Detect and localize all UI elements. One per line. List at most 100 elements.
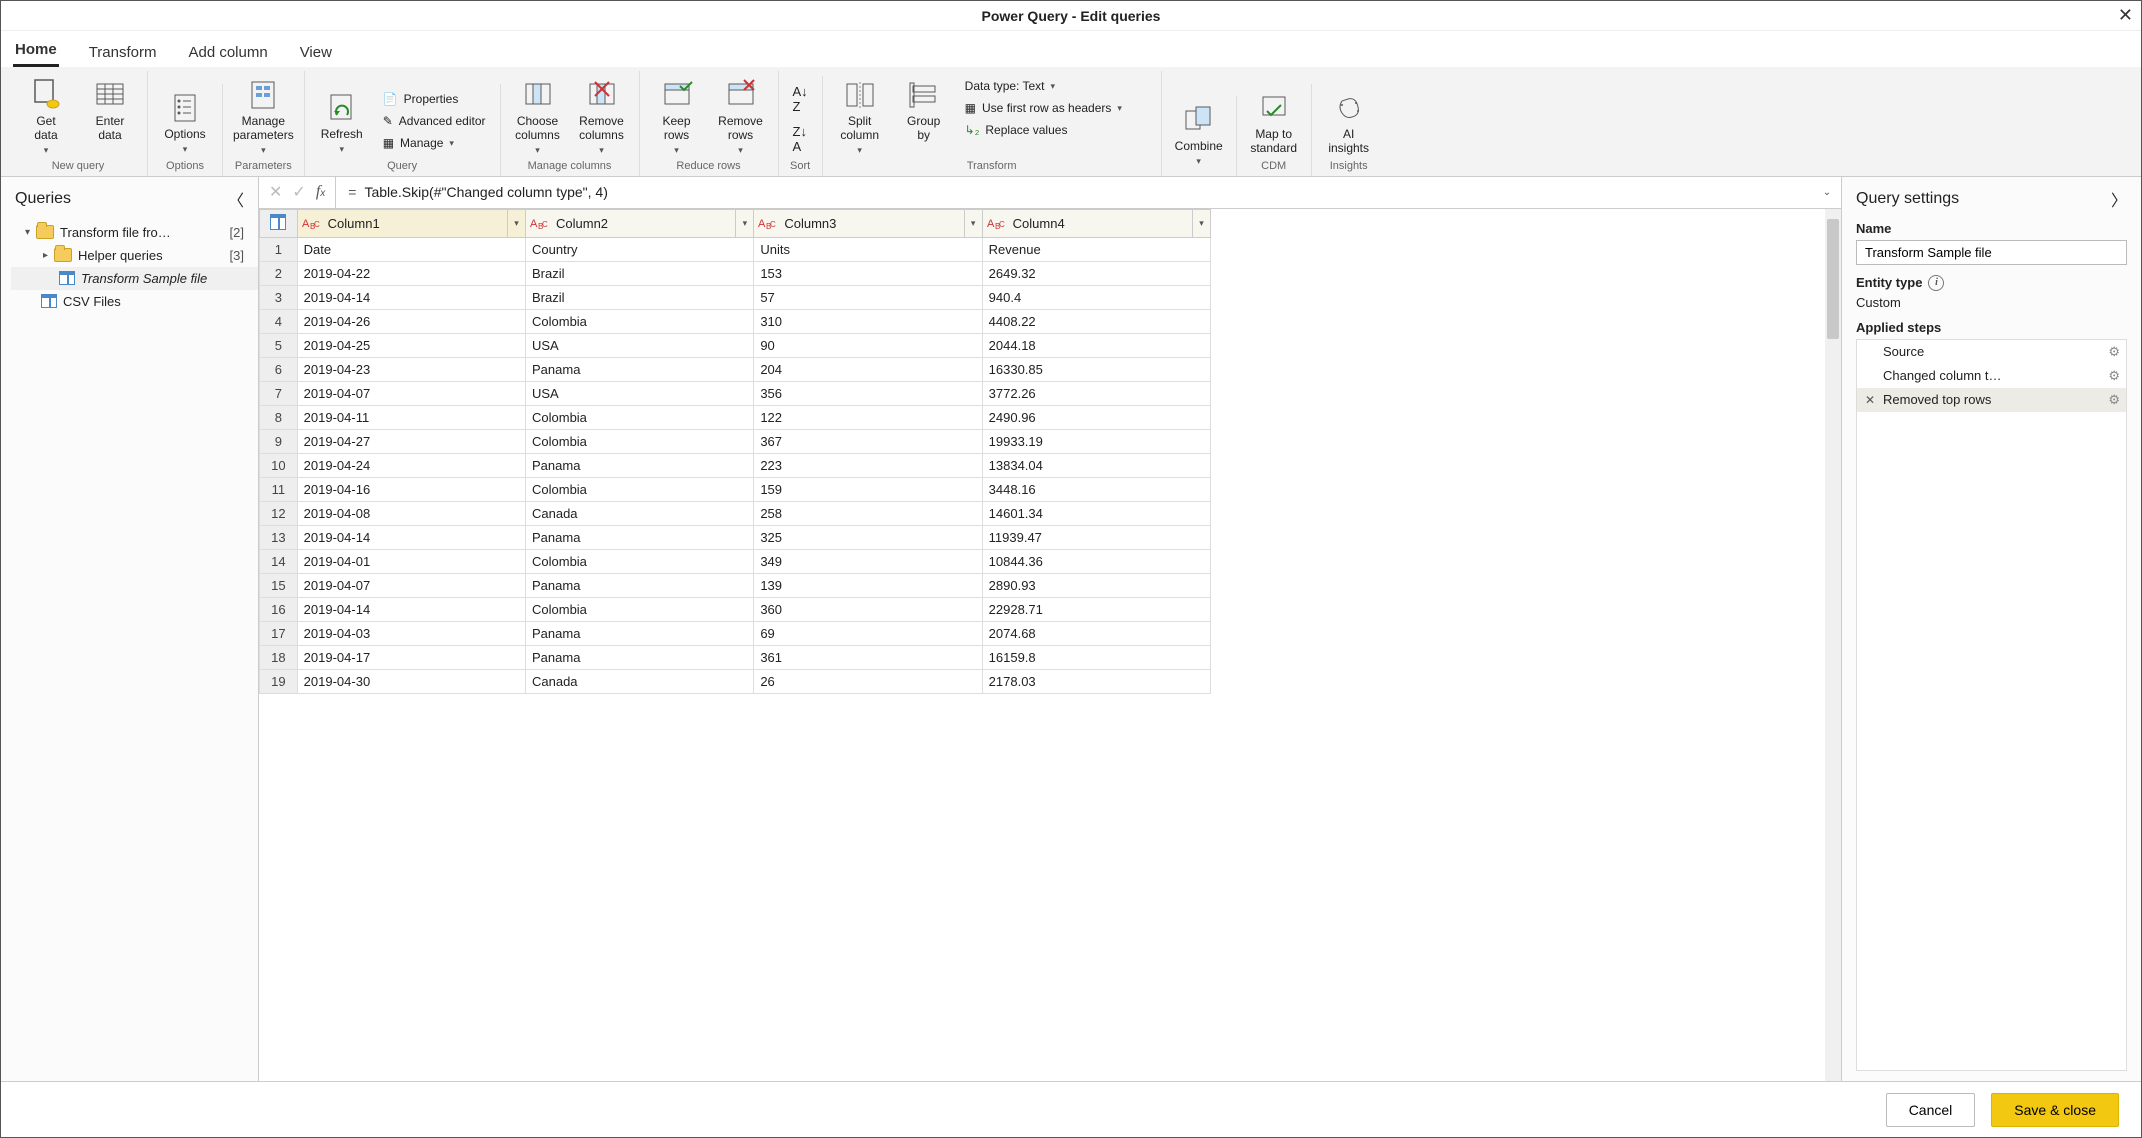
expand-icon[interactable]: ▸ xyxy=(43,250,48,261)
row-number[interactable]: 8 xyxy=(260,405,298,429)
vertical-scrollbar[interactable] xyxy=(1825,209,1841,1081)
filter-dropdown-icon[interactable]: ▾ xyxy=(507,210,525,237)
info-icon[interactable]: i xyxy=(1928,275,1944,291)
group-by-button[interactable]: Group by xyxy=(897,77,951,143)
cell[interactable]: 2019-04-17 xyxy=(297,645,525,669)
advanced-editor-button[interactable]: ✎Advanced editor xyxy=(379,112,490,130)
cell[interactable]: Colombia xyxy=(526,549,754,573)
filter-dropdown-icon[interactable]: ▾ xyxy=(964,210,982,237)
properties-button[interactable]: 📄Properties xyxy=(379,90,490,108)
collapse-settings-icon[interactable]: 〉 xyxy=(2111,187,2127,211)
data-grid[interactable]: ABCColumn1▾ABCColumn2▾ABCColumn3▾ABCColu… xyxy=(259,209,1841,1081)
scrollbar-thumb[interactable] xyxy=(1827,219,1839,339)
table-row[interactable]: 142019-04-01Colombia34910844.36 xyxy=(260,549,1211,573)
cell[interactable]: 2890.93 xyxy=(982,573,1210,597)
cell[interactable]: 16330.85 xyxy=(982,357,1210,381)
cell[interactable]: Colombia xyxy=(526,597,754,621)
cell[interactable]: Date xyxy=(297,237,525,261)
cell[interactable]: 4408.22 xyxy=(982,309,1210,333)
cell[interactable]: 940.4 xyxy=(982,285,1210,309)
cell[interactable]: 2649.32 xyxy=(982,261,1210,285)
cell[interactable]: 2019-04-01 xyxy=(297,549,525,573)
cell[interactable]: Panama xyxy=(526,357,754,381)
remove-columns-button[interactable]: Remove columns▾ xyxy=(575,77,629,156)
cell[interactable]: 2178.03 xyxy=(982,669,1210,693)
table-row[interactable]: 52019-04-25USA902044.18 xyxy=(260,333,1211,357)
cell[interactable]: Panama xyxy=(526,573,754,597)
replace-values-button[interactable]: ↳₂ Replace values xyxy=(961,121,1151,139)
table-row[interactable]: 72019-04-07USA3563772.26 xyxy=(260,381,1211,405)
column-header[interactable]: ABCColumn3▾ xyxy=(754,209,982,237)
cell[interactable]: 204 xyxy=(754,357,982,381)
cell[interactable]: Panama xyxy=(526,525,754,549)
cell[interactable]: 14601.34 xyxy=(982,501,1210,525)
cell[interactable]: Colombia xyxy=(526,429,754,453)
table-row[interactable]: 132019-04-14Panama32511939.47 xyxy=(260,525,1211,549)
cell[interactable]: Panama xyxy=(526,453,754,477)
map-to-standard-button[interactable]: Map to standard xyxy=(1247,90,1301,156)
row-number[interactable]: 15 xyxy=(260,573,298,597)
cell[interactable]: Panama xyxy=(526,621,754,645)
cell[interactable]: 26 xyxy=(754,669,982,693)
table-row[interactable]: 1DateCountryUnitsRevenue xyxy=(260,237,1211,261)
gear-icon[interactable]: ⚙ xyxy=(2108,392,2120,408)
cell[interactable]: 2019-04-16 xyxy=(297,477,525,501)
cell[interactable]: 90 xyxy=(754,333,982,357)
row-number[interactable]: 11 xyxy=(260,477,298,501)
cell[interactable]: 139 xyxy=(754,573,982,597)
cell[interactable]: 2019-04-25 xyxy=(297,333,525,357)
fx-icon[interactable]: fx xyxy=(316,183,325,201)
table-row[interactable]: 162019-04-14Colombia36022928.71 xyxy=(260,597,1211,621)
row-number[interactable]: 2 xyxy=(260,261,298,285)
delete-step-icon[interactable]: ✕ xyxy=(1863,393,1877,407)
tab-home[interactable]: Home xyxy=(13,35,59,67)
refresh-button[interactable]: Refresh▾ xyxy=(315,90,369,156)
manage-parameters-button[interactable]: Manage parameters▾ xyxy=(233,77,294,156)
formula-input[interactable]: = Table.Skip(#"Changed column type", 4) xyxy=(335,177,1813,208)
row-number[interactable]: 17 xyxy=(260,621,298,645)
cell[interactable]: Brazil xyxy=(526,285,754,309)
cell[interactable]: 361 xyxy=(754,645,982,669)
query-item[interactable]: CSV Files xyxy=(11,290,258,313)
query-item[interactable]: ▸Helper queries[3] xyxy=(11,244,258,267)
options-button[interactable]: Options▾ xyxy=(158,90,212,156)
cell[interactable]: 2019-04-03 xyxy=(297,621,525,645)
cell[interactable]: Colombia xyxy=(526,405,754,429)
row-number[interactable]: 7 xyxy=(260,381,298,405)
row-number[interactable]: 3 xyxy=(260,285,298,309)
table-row[interactable]: 102019-04-24Panama22313834.04 xyxy=(260,453,1211,477)
cell[interactable]: 258 xyxy=(754,501,982,525)
cell[interactable]: 19933.19 xyxy=(982,429,1210,453)
row-number[interactable]: 5 xyxy=(260,333,298,357)
expand-formula-icon[interactable]: ⌄ xyxy=(1813,187,1841,198)
cell[interactable]: 2019-04-11 xyxy=(297,405,525,429)
applied-step[interactable]: ✕Removed top rows⚙ xyxy=(1857,388,2126,412)
cell[interactable]: 367 xyxy=(754,429,982,453)
cell[interactable]: 2019-04-27 xyxy=(297,429,525,453)
ai-insights-button[interactable]: AI insights xyxy=(1322,90,1376,156)
filter-dropdown-icon[interactable]: ▾ xyxy=(1192,210,1210,237)
table-row[interactable]: 62019-04-23Panama20416330.85 xyxy=(260,357,1211,381)
row-number[interactable]: 16 xyxy=(260,597,298,621)
row-number[interactable]: 18 xyxy=(260,645,298,669)
cell[interactable]: 69 xyxy=(754,621,982,645)
cell[interactable]: 2019-04-08 xyxy=(297,501,525,525)
table-row[interactable]: 122019-04-08Canada25814601.34 xyxy=(260,501,1211,525)
cell[interactable]: Revenue xyxy=(982,237,1210,261)
cell[interactable]: 2019-04-26 xyxy=(297,309,525,333)
table-row[interactable]: 82019-04-11Colombia1222490.96 xyxy=(260,405,1211,429)
cell[interactable]: USA xyxy=(526,381,754,405)
cell[interactable]: 10844.36 xyxy=(982,549,1210,573)
cell[interactable]: 2019-04-14 xyxy=(297,285,525,309)
table-row[interactable]: 22019-04-22Brazil1532649.32 xyxy=(260,261,1211,285)
row-number[interactable]: 1 xyxy=(260,237,298,261)
type-icon[interactable]: ABC xyxy=(526,215,554,231)
cell[interactable]: Panama xyxy=(526,645,754,669)
tab-add-column[interactable]: Add column xyxy=(186,38,269,67)
cell[interactable]: 122 xyxy=(754,405,982,429)
cell[interactable]: 57 xyxy=(754,285,982,309)
combine-button[interactable]: Combine▾ xyxy=(1172,102,1226,168)
sort-asc-button[interactable]: A↓Z xyxy=(789,82,812,116)
remove-rows-button[interactable]: Remove rows▾ xyxy=(714,77,768,156)
applied-step[interactable]: Source⚙ xyxy=(1857,340,2126,364)
